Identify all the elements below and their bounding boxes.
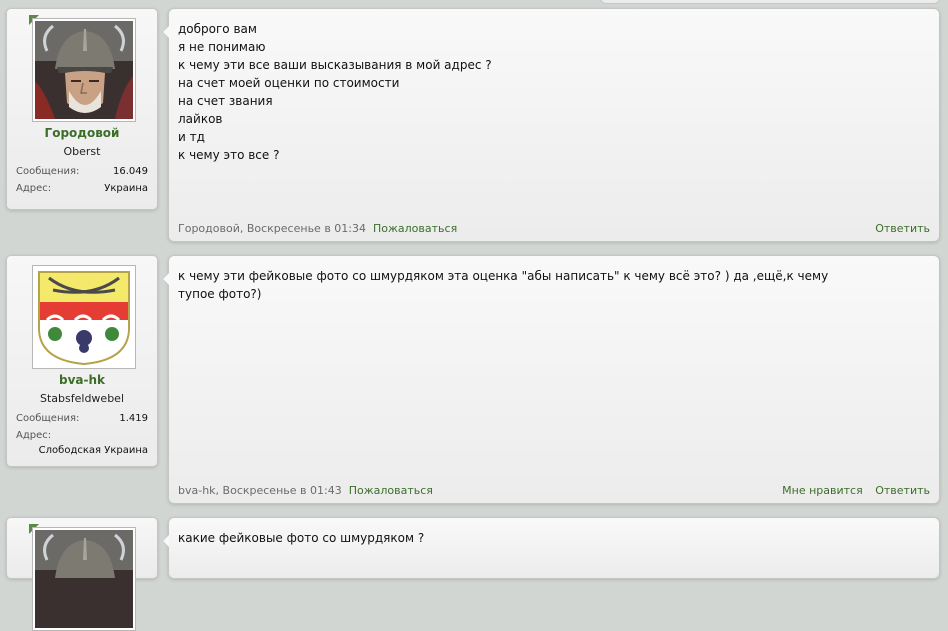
message-line: на счет моей оценки по стоимости <box>178 76 400 90</box>
address-label: Адрес: <box>16 183 52 194</box>
message-line: к чему эти все ваши высказывания в мой а… <box>178 58 492 72</box>
message-line: к чему эти фейковые фото со шмурдяком эт… <box>178 269 829 283</box>
message-line: на счет звания <box>178 94 273 108</box>
post-actions: Мне нравится Ответить <box>773 484 930 497</box>
message-line: и тд <box>178 130 205 144</box>
post-author-date[interactable]: Городовой, Воскресенье в 01:34 <box>178 222 366 235</box>
speech-arrow <box>162 272 169 286</box>
post-actions: Ответить <box>866 222 930 235</box>
message-line: тупое фото?) <box>178 287 262 301</box>
message-body: какие фейковые фото со шмурдяком ? <box>178 529 919 547</box>
user-info-panel <box>6 517 158 631</box>
message-panel: доброго вам я не понимаю к чему эти все … <box>162 8 940 242</box>
message-line: лайков <box>178 112 223 126</box>
like-link[interactable]: Мне нравится <box>782 484 863 497</box>
reply-link[interactable]: Ответить <box>875 484 930 497</box>
report-link[interactable]: Пожаловаться <box>349 484 433 497</box>
message-body: к чему эти фейковые фото со шмурдяком эт… <box>178 267 919 303</box>
speech-arrow <box>162 534 169 548</box>
previous-post-edge <box>600 0 940 4</box>
address-value: Украина <box>104 183 148 194</box>
reply-link[interactable]: Ответить <box>875 222 930 235</box>
user-rank: Oberst <box>63 145 101 158</box>
user-info-panel: bva-hk Stabsfeldwebel Сообщения: 1.419 А… <box>6 255 158 467</box>
avatar[interactable] <box>32 527 136 631</box>
post-author-date[interactable]: bva-hk, Воскресенье в 01:43 <box>178 484 342 497</box>
speech-arrow <box>162 25 169 39</box>
message-line: к чему это все ? <box>178 148 280 162</box>
message-body: доброго вам я не понимаю к чему эти все … <box>178 20 919 164</box>
user-rank: Stabsfeldwebel <box>40 392 124 405</box>
message-panel: какие фейковые фото со шмурдяком ? <box>162 517 940 579</box>
messages-label: Сообщения: <box>16 413 80 424</box>
message-panel: к чему эти фейковые фото со шмурдяком эт… <box>162 255 940 504</box>
post-meta: Городовой, Воскресенье в 01:34 Пожаловат… <box>178 222 457 235</box>
post-meta: bva-hk, Воскресенье в 01:43 Пожаловаться <box>178 484 433 497</box>
address-label: Адрес: <box>16 430 52 441</box>
messages-label: Сообщения: <box>16 166 80 177</box>
message-line: я не понимаю <box>178 40 266 54</box>
message-line: доброго вам <box>178 22 257 36</box>
messages-count: 16.049 <box>113 166 148 177</box>
user-info-panel: Городовой Oberst Сообщения: 16.049 Адрес… <box>6 8 158 210</box>
avatar[interactable] <box>32 18 136 122</box>
address-value: Слободская Украина <box>38 445 148 456</box>
username-link[interactable]: Городовой <box>7 126 157 140</box>
message-line: какие фейковые фото со шмурдяком ? <box>178 531 425 545</box>
report-link[interactable]: Пожаловаться <box>373 222 457 235</box>
username-link[interactable]: bva-hk <box>7 373 157 387</box>
messages-count: 1.419 <box>119 413 148 424</box>
avatar[interactable] <box>32 265 136 369</box>
